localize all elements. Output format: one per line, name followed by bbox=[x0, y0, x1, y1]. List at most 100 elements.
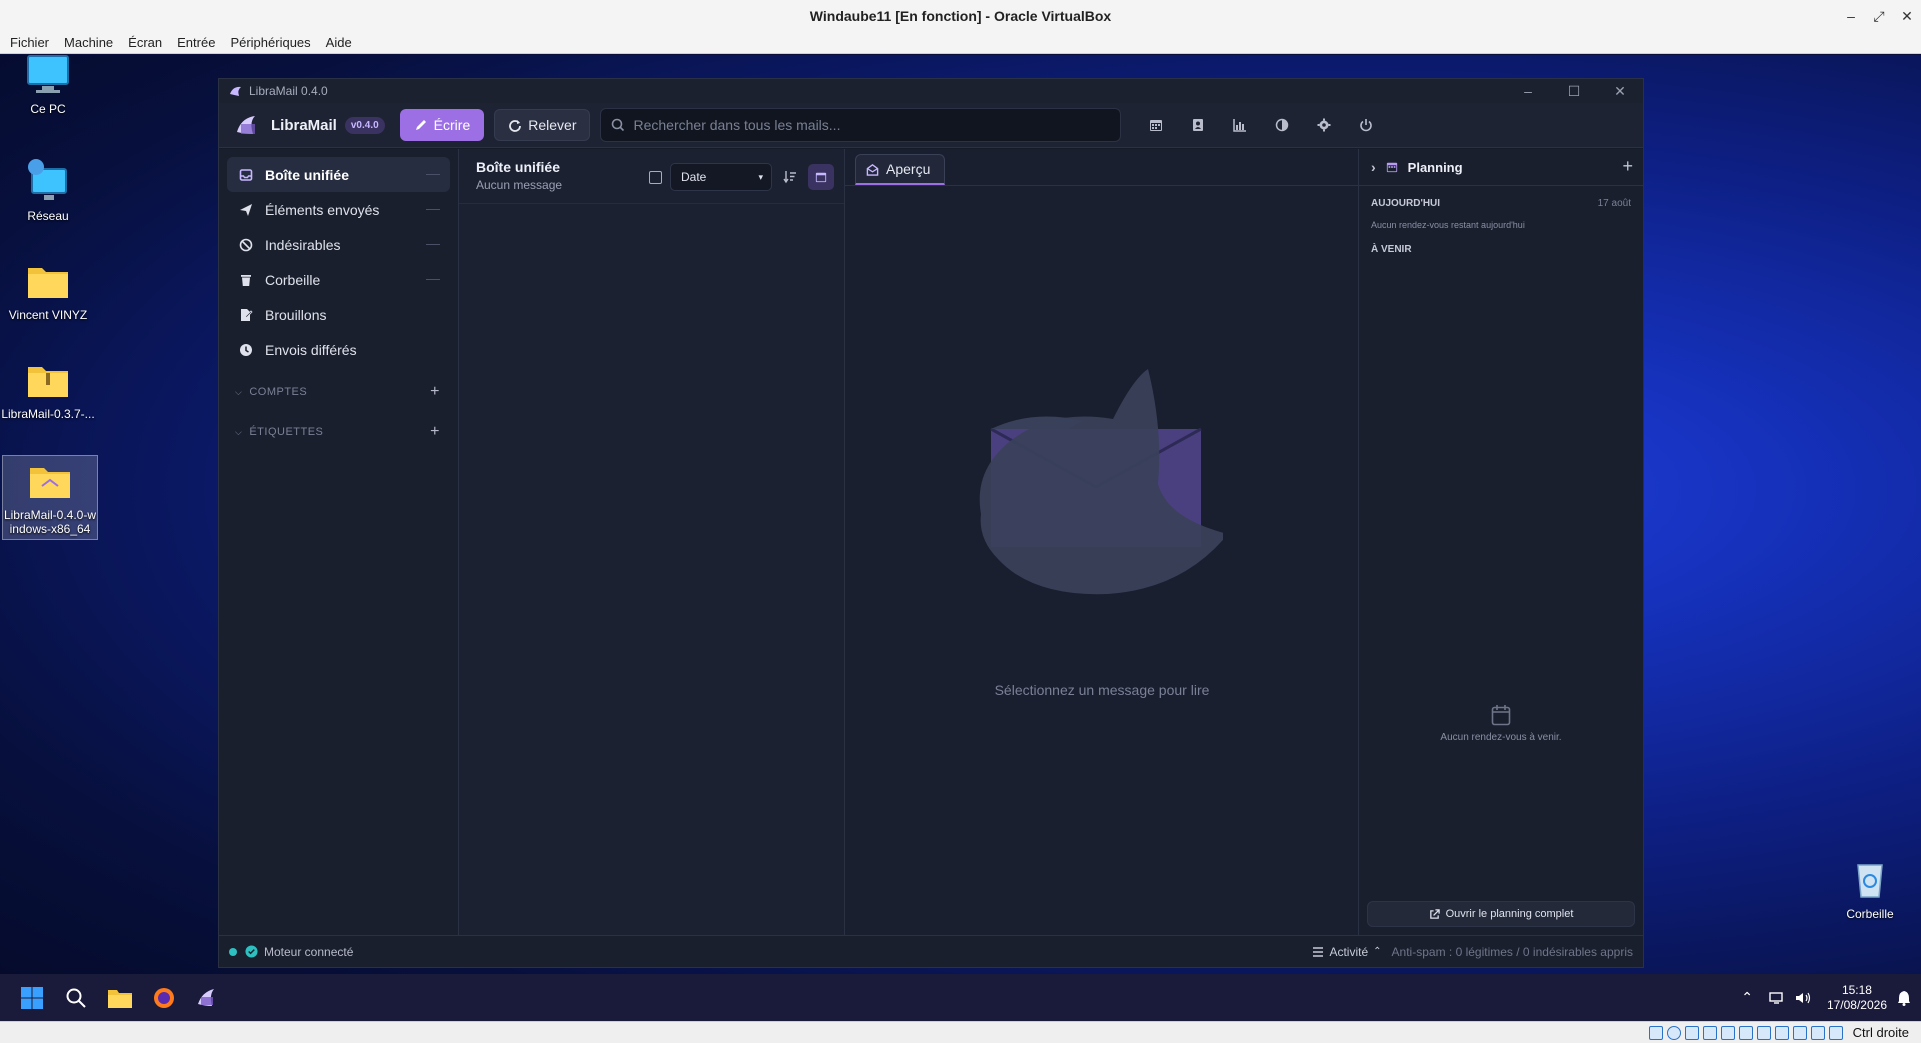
draft-icon bbox=[241, 308, 253, 321]
sidebar-item-unified-inbox[interactable]: Boîte unifiée bbox=[227, 157, 450, 192]
file-explorer-icon bbox=[108, 989, 132, 1008]
select-all-checkbox[interactable] bbox=[649, 170, 662, 184]
calendar-button[interactable] bbox=[1135, 108, 1177, 142]
contacts-button[interactable] bbox=[1177, 108, 1219, 142]
network-tray-icon[interactable] bbox=[1769, 991, 1785, 1005]
app-minimize-button[interactable]: – bbox=[1505, 79, 1551, 103]
keyboard-status-icon[interactable] bbox=[1828, 1025, 1843, 1040]
labels-section[interactable]: ⌵ ÉTIQUETTES + bbox=[227, 412, 450, 452]
accounts-section[interactable]: ⌵ COMPTES + bbox=[227, 372, 450, 412]
sort-select[interactable]: Date ▾ bbox=[670, 163, 772, 191]
sidebar-item-label: Corbeille bbox=[265, 271, 321, 288]
menu-ecran[interactable]: Écran bbox=[128, 35, 162, 50]
antispam-status: Anti-spam : 0 légitimes / 0 indésirables… bbox=[1391, 944, 1633, 959]
restore-button[interactable]: ⤢ bbox=[1865, 8, 1893, 25]
notification-bell-icon[interactable] bbox=[1897, 990, 1911, 1006]
accounts-section-label: COMPTES bbox=[249, 386, 308, 398]
vbox-menubar: Fichier Machine Écran Entrée Périphériqu… bbox=[0, 32, 1921, 54]
today-date: 17 août bbox=[1597, 198, 1631, 209]
menu-machine[interactable]: Machine bbox=[64, 35, 113, 50]
add-account-button[interactable]: + bbox=[430, 383, 440, 401]
sort-order-button[interactable] bbox=[780, 170, 800, 184]
power-button[interactable] bbox=[1345, 108, 1387, 142]
sort-select-value: Date bbox=[681, 170, 707, 184]
message-list-header: Boîte unifiée Aucun message Date ▾ bbox=[459, 149, 844, 204]
clock-date: 17/08/2026 bbox=[1826, 997, 1887, 1012]
sidebar-item-sent[interactable]: Éléments envoyés bbox=[227, 192, 450, 227]
mouse-integration-status-icon[interactable] bbox=[1810, 1025, 1825, 1040]
display-status-icon[interactable] bbox=[1756, 1025, 1771, 1040]
volume-icon[interactable] bbox=[1795, 991, 1811, 1005]
vbox-statusbar: Ctrl droite bbox=[0, 1021, 1921, 1043]
minimize-button[interactable]: – bbox=[1837, 8, 1865, 24]
stats-button[interactable] bbox=[1219, 108, 1261, 142]
folder-count-placeholder bbox=[426, 244, 440, 245]
chevron-down-icon: ▾ bbox=[758, 171, 763, 182]
vbox-window-title: Windaube11 [En fonction] - Oracle Virtua… bbox=[809, 8, 1112, 24]
desktop-icon-corbeille[interactable]: Corbeille bbox=[1822, 855, 1918, 921]
folder-icon bbox=[28, 268, 68, 298]
close-button[interactable]: ✕ bbox=[1893, 8, 1921, 25]
collapse-planning-button[interactable]: › bbox=[1371, 159, 1376, 175]
power-icon bbox=[1360, 119, 1373, 132]
taskbar-firefox-button[interactable] bbox=[144, 978, 184, 1018]
shared-folders-status-icon[interactable] bbox=[1738, 1025, 1753, 1040]
open-full-planning-button[interactable]: Ouvrir le planning complet bbox=[1367, 901, 1635, 927]
taskbar-explorer-button[interactable] bbox=[100, 978, 140, 1018]
fetch-button[interactable]: Relever bbox=[494, 109, 591, 141]
usb-status-icon[interactable] bbox=[1720, 1025, 1735, 1040]
app-titlebar: LibraMail 0.4.0 – ☐ ✕ bbox=[219, 79, 1643, 103]
menu-fichier[interactable]: Fichier bbox=[10, 35, 49, 50]
chevron-up-icon[interactable]: ⌃ bbox=[1741, 989, 1753, 1006]
app-statusbar: Moteur connecté Activité ⌃ Anti-spam : 0… bbox=[219, 935, 1643, 967]
network-icon bbox=[28, 159, 67, 200]
menu-entree[interactable]: Entrée bbox=[177, 35, 215, 50]
connection-dot bbox=[229, 947, 237, 956]
sidebar-item-trash[interactable]: Corbeille bbox=[227, 262, 450, 297]
theme-button[interactable] bbox=[1261, 108, 1303, 142]
guest-desktop: Ce PC Réseau Vincent VINYZ LibraMail-0.3… bbox=[0, 55, 1921, 1021]
message-list-pane: Boîte unifiée Aucun message Date ▾ bbox=[459, 149, 845, 935]
taskbar-clock[interactable]: 15:18 17/08/2026 bbox=[1827, 983, 1887, 1013]
add-label-button[interactable]: + bbox=[430, 423, 440, 441]
desktop-icon-reseau[interactable]: Réseau bbox=[0, 157, 96, 223]
search-box[interactable] bbox=[600, 108, 1122, 142]
desktop-icon-libramail-040[interactable]: LibraMail-0.4.0-windows-x86_64 bbox=[2, 455, 98, 540]
menu-peripheriques[interactable]: Périphériques bbox=[230, 35, 310, 50]
list-controls: Date ▾ bbox=[649, 151, 834, 203]
taskbar-libramail-button[interactable] bbox=[188, 978, 228, 1018]
harddisk-status-icon[interactable] bbox=[1648, 1025, 1663, 1040]
app-maximize-button[interactable]: ☐ bbox=[1551, 79, 1597, 103]
add-event-button[interactable]: + bbox=[1622, 156, 1633, 177]
app-logo-icon bbox=[230, 86, 241, 96]
calendar-view-button[interactable] bbox=[808, 164, 834, 190]
desktop-icon-libramail-037[interactable]: LibraMail-0.3.7-... bbox=[0, 355, 96, 421]
folder-sidebar: Boîte unifiée Éléments envoyés Indésirab… bbox=[219, 149, 459, 935]
engine-status: Moteur connecté bbox=[264, 944, 354, 959]
desktop-icon-ce-pc[interactable]: Ce PC bbox=[0, 55, 96, 116]
preview-pane: Aperçu Sélectionnez un message pour lire bbox=[845, 149, 1359, 935]
desktop-icon-vincent[interactable]: Vincent VINYZ bbox=[0, 256, 96, 322]
sidebar-item-drafts[interactable]: Brouillons bbox=[227, 297, 450, 332]
app-close-button[interactable]: ✕ bbox=[1597, 79, 1643, 103]
optical-drive-status-icon[interactable] bbox=[1666, 1025, 1681, 1040]
recording-status-icon[interactable] bbox=[1774, 1025, 1789, 1040]
vt-status-icon[interactable] bbox=[1792, 1025, 1807, 1040]
planning-header: › Planning + bbox=[1359, 149, 1643, 186]
calendar-icon bbox=[1386, 162, 1397, 173]
taskbar-search-button[interactable] bbox=[56, 978, 96, 1018]
sidebar-item-spam[interactable]: Indésirables bbox=[227, 227, 450, 262]
settings-button[interactable] bbox=[1303, 108, 1345, 142]
sidebar-item-scheduled[interactable]: Envois différés bbox=[227, 332, 450, 367]
upcoming-section: À VENIR bbox=[1359, 230, 1643, 255]
calendar-icon bbox=[1150, 120, 1163, 131]
activity-toggle[interactable]: Activité ⌃ bbox=[1312, 945, 1382, 959]
search-input[interactable] bbox=[633, 117, 1114, 133]
start-button[interactable] bbox=[12, 978, 52, 1018]
firefox-icon bbox=[154, 987, 174, 1008]
menu-aide[interactable]: Aide bbox=[326, 35, 352, 50]
network-status-icon[interactable] bbox=[1702, 1025, 1717, 1040]
write-button[interactable]: Écrire bbox=[399, 109, 485, 141]
search-icon bbox=[66, 988, 86, 1008]
audio-status-icon[interactable] bbox=[1684, 1025, 1699, 1040]
